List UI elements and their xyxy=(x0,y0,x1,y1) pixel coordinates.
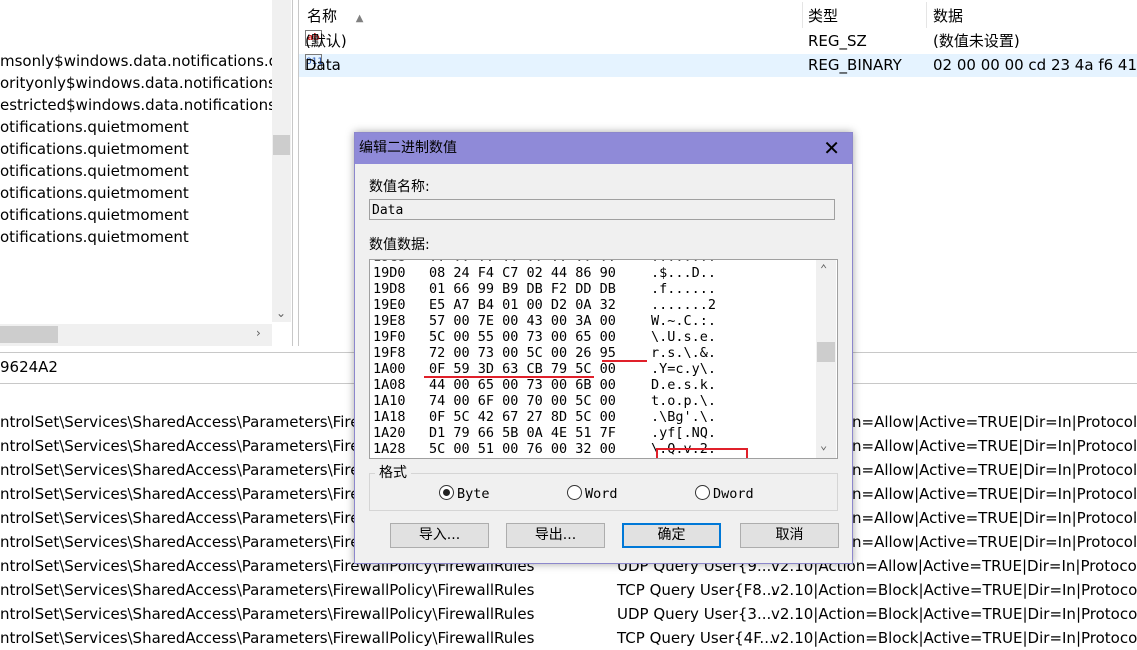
tree-item[interactable]: otifications.quietmoment xyxy=(0,138,189,160)
hex-scrollbar[interactable]: ⌃ ⌄ xyxy=(816,260,836,458)
format-label: 格式 xyxy=(375,462,411,482)
list-item[interactable]: ntrolSet\Services\SharedAccess\Parameter… xyxy=(0,626,1137,650)
close-icon[interactable]: ✕ xyxy=(823,133,840,164)
format-radio-byte[interactable]: Byte xyxy=(439,485,490,502)
value-name: (默认) xyxy=(305,32,347,50)
tree-horizontal-scrollbar[interactable]: › xyxy=(0,324,272,346)
chevron-down-icon[interactable]: ⌄ xyxy=(276,306,286,320)
tree-item[interactable]: otifications.quietmoment xyxy=(0,116,189,138)
sort-up-icon: ▲ xyxy=(355,13,364,24)
hex-editor[interactable]: 19C8.. .. .. .. .. .. .. .......... 19D0… xyxy=(369,259,838,459)
value-type: REG_BINARY xyxy=(808,56,902,74)
export-button[interactable]: 导出... xyxy=(506,523,605,548)
tree-item[interactable]: otifications.quietmoment xyxy=(0,182,189,204)
chevron-right-icon[interactable]: › xyxy=(256,326,261,340)
scroll-thumb[interactable] xyxy=(273,135,290,155)
value-data: (数值未设置) xyxy=(933,32,1020,50)
tree-item[interactable]: otifications.quietmoment xyxy=(0,160,189,182)
dialog-title: 编辑二进制数值 xyxy=(359,140,457,156)
column-divider[interactable] xyxy=(926,2,927,28)
tree-item[interactable]: orityonly$windows.data.notifications.c xyxy=(0,72,289,94)
chevron-up-icon[interactable]: ⌃ xyxy=(820,262,827,276)
registry-tree: msonly$windows.data.notifications.qu ori… xyxy=(0,0,293,346)
value-data-label: 数值数据: xyxy=(369,237,430,253)
list-item-selected[interactable]: 011 Data REG_BINARY 02 00 00 00 cd 23 4a … xyxy=(299,54,1137,77)
highlight-underline xyxy=(602,360,647,362)
list-item[interactable]: ab (默认) REG_SZ (数值未设置) xyxy=(299,30,1137,53)
tree-item[interactable]: otifications.quietmoment xyxy=(0,226,189,248)
value-name: Data xyxy=(305,56,341,74)
column-header-data[interactable]: 数据 xyxy=(933,4,963,28)
value-name-field[interactable]: Data xyxy=(369,199,835,220)
column-header-type[interactable]: 类型 xyxy=(808,4,838,28)
dialog-title-bar[interactable]: 编辑二进制数值 ✕ xyxy=(355,133,852,164)
column-header-name[interactable]: 名称 ▲ xyxy=(307,4,364,28)
list-item[interactable]: ntrolSet\Services\SharedAccess\Parameter… xyxy=(0,578,1137,602)
address-text: 9624A2 xyxy=(0,358,58,376)
scroll-thumb[interactable] xyxy=(0,326,58,343)
tree-item[interactable]: msonly$windows.data.notifications.qu xyxy=(0,50,288,72)
radio-icon xyxy=(567,485,582,500)
value-type: REG_SZ xyxy=(808,32,867,50)
column-divider[interactable] xyxy=(802,2,803,28)
highlight-box xyxy=(656,448,748,458)
ok-button[interactable]: 确定 xyxy=(622,523,721,548)
tree-item[interactable]: otifications.quietmoment xyxy=(0,204,189,226)
value-data: 02 00 00 00 cd 23 4a f6 41 ef xyxy=(933,56,1137,74)
format-radio-dword[interactable]: Dword xyxy=(695,485,754,502)
radio-selected-icon xyxy=(439,485,454,500)
import-button[interactable]: 导入... xyxy=(390,523,489,548)
list-item[interactable]: ntrolSet\Services\SharedAccess\Parameter… xyxy=(0,602,1137,626)
chevron-down-icon[interactable]: ⌄ xyxy=(820,438,827,452)
cancel-button[interactable]: 取消 xyxy=(740,523,839,548)
scroll-thumb[interactable] xyxy=(817,342,835,362)
edit-binary-value-dialog: 编辑二进制数值 ✕ 数值名称: Data 数值数据: 19C8.. .. .. … xyxy=(354,132,853,564)
highlight-underline xyxy=(424,376,594,378)
format-radio-word[interactable]: Word xyxy=(567,485,618,502)
radio-icon xyxy=(695,485,710,500)
tree-item[interactable]: estricted$windows.data.notifications.q xyxy=(0,94,290,116)
value-name-label: 数值名称: xyxy=(369,179,430,195)
tree-vertical-scrollbar[interactable]: ⌄ xyxy=(272,0,291,322)
